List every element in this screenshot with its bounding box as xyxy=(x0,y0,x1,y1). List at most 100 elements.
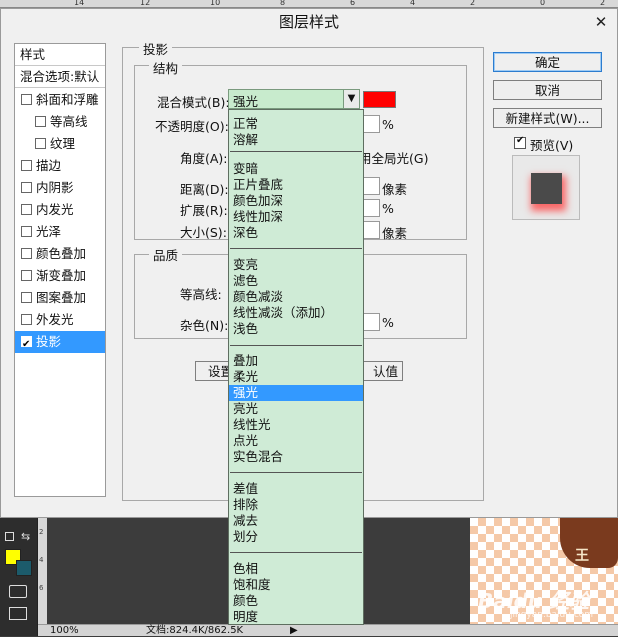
zoom-level[interactable]: 100% xyxy=(50,625,79,637)
style-item-label: 外发光 xyxy=(36,312,74,327)
swap-colors-icon[interactable]: ⇆ xyxy=(21,530,30,543)
drop-shadow-title: 投影 xyxy=(139,39,173,58)
blend-mode-option[interactable]: 叠加 xyxy=(232,353,360,369)
blend-mode-option[interactable]: 饱和度 xyxy=(232,577,360,593)
ruler-tick-label: 0 xyxy=(540,0,546,7)
use-global-light-label[interactable]: 用全局光(G) xyxy=(359,148,428,167)
blend-mode-option[interactable]: 正片叠底 xyxy=(232,177,360,193)
blend-mode-option[interactable]: 亮光 xyxy=(232,401,360,417)
ok-button[interactable]: 确定 xyxy=(493,52,602,72)
blend-mode-option[interactable]: 划分 xyxy=(232,529,360,545)
blend-mode-option[interactable]: 线性光 xyxy=(232,417,360,433)
preview-shadow-square xyxy=(531,173,562,204)
preview-checkbox[interactable] xyxy=(514,135,526,149)
preview-checkbox-row[interactable]: 预览(V) xyxy=(514,135,594,153)
style-list-header[interactable]: 样式 xyxy=(15,44,105,66)
dropdown-separator xyxy=(230,151,362,152)
blend-mode-option[interactable]: 变亮 xyxy=(232,257,360,273)
style-item-label: 颜色叠加 xyxy=(36,246,87,261)
horizontal-ruler: 14 12 10 8 6 4 2 0 2 xyxy=(0,0,618,8)
blend-mode-select[interactable]: 强光 ▼ xyxy=(228,89,360,109)
style-item-checkbox[interactable] xyxy=(21,204,32,215)
style-list: 样式 混合选项:默认斜面和浮雕等高线 纹理描边内阴影内发光 光泽颜色叠加渐变叠加图案叠… xyxy=(14,43,106,497)
style-item-checkbox[interactable] xyxy=(21,182,32,193)
style-item[interactable]: 光泽 xyxy=(15,221,105,243)
blend-mode-option[interactable]: 线性加深 xyxy=(232,209,360,225)
blend-mode-option[interactable]: 柔光 xyxy=(232,369,360,385)
style-item[interactable]: 投影 xyxy=(15,331,105,353)
vertical-ruler-tick-label: 4 xyxy=(39,556,44,564)
blend-mode-option[interactable]: 正常 xyxy=(232,116,360,132)
noise-input[interactable] xyxy=(362,313,380,331)
blend-mode-option[interactable]: 变暗 xyxy=(232,161,360,177)
style-item[interactable]: 渐变叠加 xyxy=(15,265,105,287)
style-item-checkbox[interactable] xyxy=(21,270,32,281)
blend-mode-option[interactable]: 色相 xyxy=(232,561,360,577)
style-item[interactable]: 描边 xyxy=(15,155,105,177)
close-icon[interactable]: ✕ xyxy=(586,10,616,34)
default-colors-icon[interactable] xyxy=(5,532,14,541)
size-unit: 像素 xyxy=(382,226,408,241)
background-color-swatch[interactable] xyxy=(16,560,32,576)
dropdown-separator xyxy=(230,248,362,249)
style-item-label: 斜面和浮雕 xyxy=(36,92,99,107)
ruler-tick-label: 2 xyxy=(600,0,606,7)
blend-mode-option[interactable]: 浅色 xyxy=(232,321,360,337)
style-item-label: 描边 xyxy=(36,158,62,173)
style-item-label: 渐变叠加 xyxy=(36,268,87,283)
style-item[interactable]: 纹理 xyxy=(15,133,105,155)
style-item[interactable]: 等高线 xyxy=(15,111,105,133)
style-item-checkbox[interactable] xyxy=(21,292,32,303)
status-menu-arrow-icon[interactable]: ▶ xyxy=(290,625,298,637)
blend-mode-option[interactable]: 排除 xyxy=(232,497,360,513)
contour-label: 等高线: xyxy=(180,287,222,302)
spread-label: 扩展(R): xyxy=(180,203,228,218)
blend-options-item[interactable]: 混合选项:默认 xyxy=(15,66,105,88)
blend-mode-option[interactable]: 线性减淡（添加） xyxy=(232,305,360,321)
style-item-checkbox[interactable] xyxy=(21,94,32,105)
style-item-checkbox[interactable] xyxy=(21,160,32,171)
spread-unit: % xyxy=(382,201,394,216)
blend-mode-option[interactable]: 颜色加深 xyxy=(232,193,360,209)
style-item-checkbox[interactable] xyxy=(21,314,32,325)
structure-title: 结构 xyxy=(149,58,183,77)
quick-mask-icon[interactable] xyxy=(9,585,27,598)
style-item-checkbox[interactable] xyxy=(21,226,32,237)
blend-mode-option[interactable]: 颜色 xyxy=(232,593,360,609)
ruler-tick-label: 4 xyxy=(410,0,416,7)
blend-mode-option[interactable]: 差值 xyxy=(232,481,360,497)
style-item[interactable]: 颜色叠加 xyxy=(15,243,105,265)
style-item-checkbox[interactable] xyxy=(35,138,46,149)
vertical-ruler: 2 4 6 xyxy=(38,518,47,624)
blend-mode-option[interactable]: 减去 xyxy=(232,513,360,529)
style-item[interactable]: 斜面和浮雕 xyxy=(15,89,105,111)
style-item[interactable]: 内阴影 xyxy=(15,177,105,199)
blend-mode-option[interactable]: 点光 xyxy=(232,433,360,449)
opacity-input[interactable] xyxy=(362,115,380,133)
canvas-artwork-text: 王 xyxy=(575,548,589,564)
style-item-checkbox[interactable] xyxy=(21,248,32,259)
distance-input[interactable] xyxy=(362,177,380,195)
cancel-button[interactable]: 取消 xyxy=(493,80,602,100)
new-style-button[interactable]: 新建样式(W)... xyxy=(493,108,602,128)
blend-mode-option[interactable]: 滤色 xyxy=(232,273,360,289)
chevron-down-icon[interactable]: ▼ xyxy=(343,90,359,108)
blend-mode-option[interactable]: 实色混合 xyxy=(232,449,360,465)
blend-mode-option[interactable]: 颜色减淡 xyxy=(232,289,360,305)
style-item-checkbox[interactable] xyxy=(21,334,32,353)
style-item-label: 内阴影 xyxy=(36,180,74,195)
blend-mode-option[interactable]: 深色 xyxy=(232,225,360,241)
blend-mode-option[interactable]: 明度 xyxy=(232,609,360,625)
blend-mode-option[interactable]: 溶解 xyxy=(232,132,360,148)
style-item[interactable]: 图案叠加 xyxy=(15,287,105,309)
style-item-checkbox[interactable] xyxy=(35,116,46,127)
spread-input[interactable] xyxy=(362,199,380,217)
quality-title: 品质 xyxy=(149,245,183,264)
blend-mode-option[interactable]: 强光 xyxy=(229,385,363,401)
style-item[interactable]: 内发光 xyxy=(15,199,105,221)
screen-mode-icon[interactable] xyxy=(9,607,27,620)
shadow-color-swatch[interactable] xyxy=(363,91,396,108)
angle-label: 角度(A): xyxy=(180,151,228,166)
size-input[interactable] xyxy=(362,221,380,239)
style-item[interactable]: 外发光 xyxy=(15,309,105,331)
